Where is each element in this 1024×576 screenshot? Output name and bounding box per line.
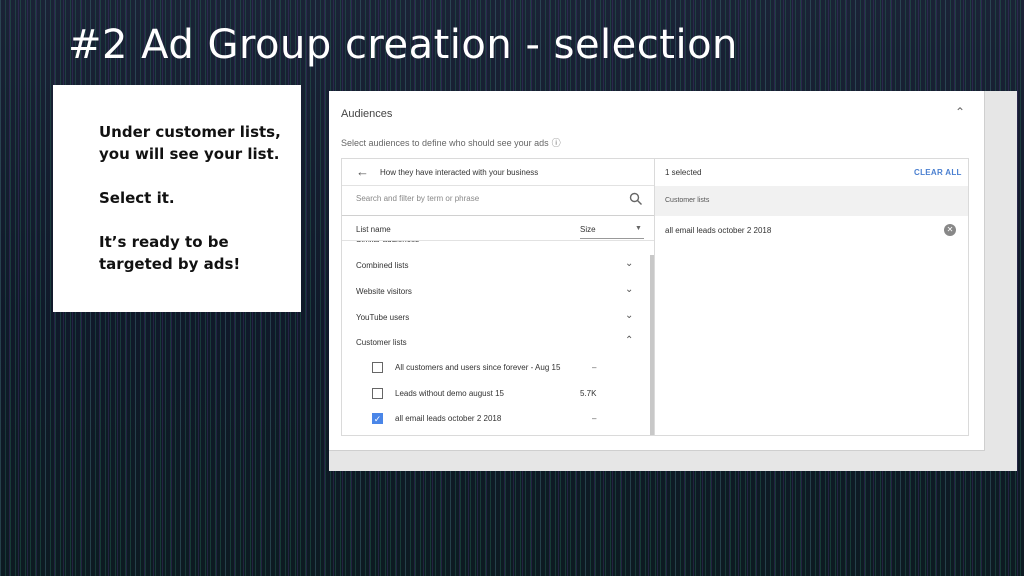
selection-header: 1 selected CLEAR ALL xyxy=(655,159,968,186)
scrollbar[interactable] xyxy=(650,255,654,435)
category-label: YouTube users xyxy=(356,313,410,322)
category-label: Customer lists xyxy=(356,338,407,347)
list-item-label: all email leads october 2 2018 xyxy=(395,414,502,423)
search-icon[interactable] xyxy=(629,192,643,206)
slide-title: #2 Ad Group creation - selection xyxy=(68,22,738,68)
category-website-visitors[interactable]: Website visitors ⌄ xyxy=(342,282,642,302)
selected-item-label: all email leads october 2 2018 xyxy=(665,226,772,235)
selection-pane: 1 selected CLEAR ALL Customer lists all … xyxy=(655,158,969,436)
section-label: Customer lists xyxy=(665,197,710,204)
help-circle-icon[interactable]: ⓘ xyxy=(552,138,561,148)
search-input[interactable] xyxy=(356,194,606,203)
browse-nav-row[interactable]: ← How they have interacted with your bus… xyxy=(342,159,654,186)
panel-subtitle: Select audiences to define who should se… xyxy=(341,136,561,149)
category-label: Combined lists xyxy=(356,261,409,270)
list-item[interactable]: All customers and users since forever - … xyxy=(342,359,642,379)
instruction-line-2: Select it. xyxy=(99,189,175,207)
checkbox[interactable] xyxy=(372,362,383,373)
browse-nav-label: How they have interacted with your busin… xyxy=(380,168,539,177)
size-dropdown-underline xyxy=(580,238,644,239)
category-combined-lists[interactable]: Combined lists ⌄ xyxy=(342,256,642,276)
search-row xyxy=(342,186,654,216)
instruction-line-3: It’s ready to be targeted by ads! xyxy=(99,233,241,273)
instruction-line-1: Under customer lists, you will see your … xyxy=(99,123,281,163)
chevron-down-icon[interactable]: ⌄ xyxy=(625,258,633,269)
category-youtube-users[interactable]: YouTube users ⌄ xyxy=(342,308,642,328)
category-customer-lists[interactable]: Customer lists ⌃ xyxy=(342,333,642,353)
panel-title: Audiences xyxy=(341,108,393,120)
instruction-box: Under customer lists, you will see your … xyxy=(53,85,301,312)
remove-circle-icon[interactable]: ✕ xyxy=(944,224,956,236)
clear-all-button[interactable]: CLEAR ALL xyxy=(914,168,962,177)
list-item[interactable]: ✓ all email leads october 2 2018 – xyxy=(342,410,642,430)
category-label: Website visitors xyxy=(356,287,412,296)
list-item-label: All customers and users since forever - … xyxy=(395,363,561,372)
chevron-up-icon[interactable]: ⌃ xyxy=(625,335,633,346)
audiences-screenshot: Audiences ⌃ Select audiences to define w… xyxy=(329,91,1017,471)
list-item-size: – xyxy=(592,414,597,423)
selected-count: 1 selected xyxy=(665,168,702,177)
audience-list: Similar audiences ⌄ Combined lists ⌄ Web… xyxy=(342,232,654,435)
checkbox-checked[interactable]: ✓ xyxy=(372,413,383,424)
chevron-up-icon[interactable]: ⌃ xyxy=(955,105,965,119)
list-item-size: 5.7K xyxy=(580,389,597,398)
audiences-panel: Audiences ⌃ Select audiences to define w… xyxy=(329,91,985,451)
list-item-label: Leads without demo august 15 xyxy=(395,389,504,398)
list-item-size: – xyxy=(592,363,597,372)
list-item[interactable]: Leads without demo august 15 5.7K xyxy=(342,385,642,405)
selection-section-header: Customer lists xyxy=(655,186,968,216)
browse-pane: ← How they have interacted with your bus… xyxy=(341,158,655,436)
size-sort-dropdown[interactable]: Size xyxy=(580,225,596,234)
back-arrow-icon[interactable]: ← xyxy=(356,164,369,179)
column-list-name: List name xyxy=(356,225,391,234)
chevron-down-icon[interactable]: ⌄ xyxy=(625,310,633,321)
subtitle-text: Select audiences to define who should se… xyxy=(341,138,549,148)
checkbox[interactable] xyxy=(372,388,383,399)
chevron-down-icon[interactable]: ⌄ xyxy=(625,284,633,295)
list-header-row: List name Size ▼ xyxy=(342,216,654,241)
dropdown-arrow-icon[interactable]: ▼ xyxy=(635,225,642,232)
